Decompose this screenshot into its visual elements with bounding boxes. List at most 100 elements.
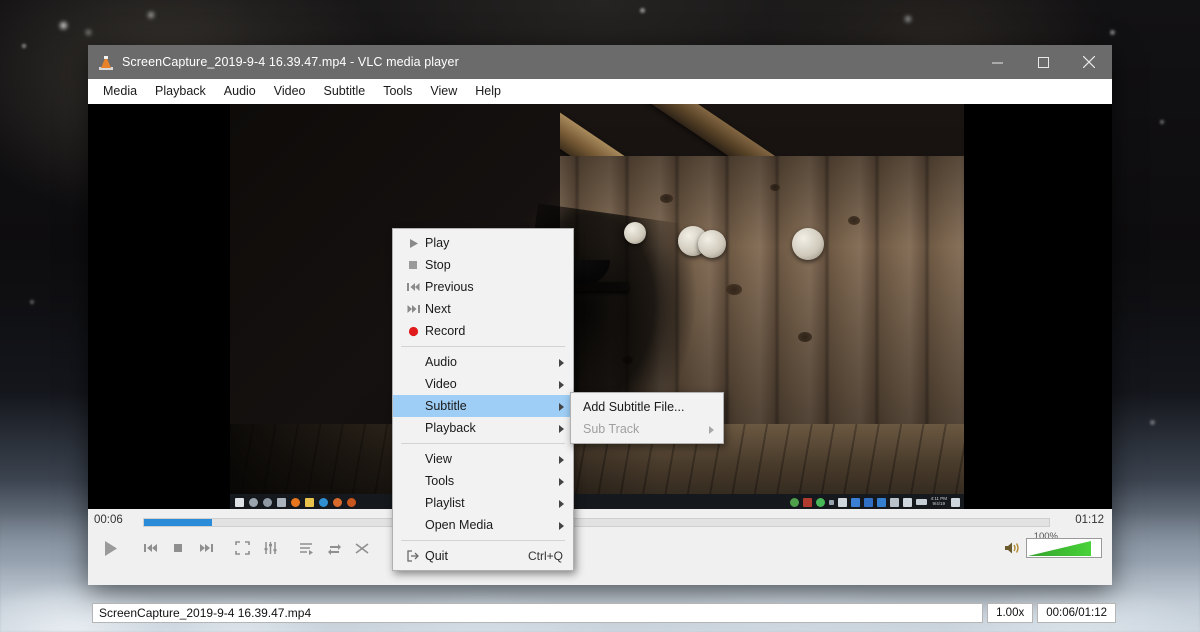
context-menu-label: Video xyxy=(425,377,457,391)
taskbar-cortana-icon xyxy=(263,497,272,507)
volume-fill xyxy=(1028,541,1091,556)
empty-icon-slot xyxy=(401,395,425,417)
fullscreen-button[interactable] xyxy=(228,535,256,561)
shuffle-button[interactable] xyxy=(348,535,376,561)
minimize-button[interactable] xyxy=(974,45,1020,79)
context-menu-item-play[interactable]: Play xyxy=(393,232,573,254)
previous-button[interactable] xyxy=(136,535,164,561)
empty-icon-slot xyxy=(401,351,425,373)
context-menu-label: Record xyxy=(425,324,466,338)
context-menu-label: Playlist xyxy=(425,496,465,510)
context-menu-item-record[interactable]: Record xyxy=(393,320,573,342)
stop-icon xyxy=(401,254,425,276)
playlist-button-group xyxy=(292,535,376,561)
equalizer-button[interactable] xyxy=(256,535,284,561)
submenu-arrow-icon xyxy=(559,500,564,508)
menu-subtitle[interactable]: Subtitle xyxy=(315,81,375,101)
bokeh-dot xyxy=(22,44,26,48)
play-button[interactable] xyxy=(92,535,128,561)
playback-speed-field[interactable]: 1.00x xyxy=(987,603,1034,623)
context-menu-item-next[interactable]: Next xyxy=(393,298,573,320)
submenu-label: Add Subtitle File... xyxy=(583,400,685,414)
context-menu-item-playlist[interactable]: Playlist xyxy=(393,492,573,514)
taskbar-clock: 4:11 PM 9/4/19 xyxy=(930,496,947,506)
taskbar-firefox-icon xyxy=(291,497,300,507)
context-menu-item-previous[interactable]: Previous xyxy=(393,276,573,298)
bokeh-dot xyxy=(1150,420,1155,425)
close-button[interactable] xyxy=(1066,45,1112,79)
context-menu-item-playback[interactable]: Playback xyxy=(393,417,573,439)
context-menu-label: Next xyxy=(425,302,451,316)
menu-view[interactable]: View xyxy=(421,81,466,101)
context-menu-label: Stop xyxy=(425,258,451,272)
submenu-arrow-icon xyxy=(559,522,564,530)
menu-audio[interactable]: Audio xyxy=(215,81,265,101)
bokeh-dot xyxy=(1110,30,1115,35)
submenu-arrow-icon xyxy=(559,381,564,389)
bokeh-dot xyxy=(148,12,154,18)
tray-app-icon xyxy=(815,497,825,507)
context-menu-label: Play xyxy=(425,236,450,250)
title-bar: ScreenCapture_2019-9-4 16.39.47.mp4 - VL… xyxy=(88,45,1112,79)
bokeh-dot xyxy=(30,300,34,304)
context-menu-item-open-media[interactable]: Open Media xyxy=(393,514,573,536)
context-menu-item-stop[interactable]: Stop xyxy=(393,254,573,276)
tray-notifications-icon xyxy=(951,497,960,507)
maximize-button[interactable] xyxy=(1020,45,1066,79)
submenu-item-add-subtitle-file[interactable]: Add Subtitle File... xyxy=(571,396,723,418)
volume-slider[interactable] xyxy=(1026,538,1102,558)
seek-progress-fill xyxy=(144,519,212,526)
taskbar-taskview-icon xyxy=(277,497,286,507)
submenu-arrow-icon xyxy=(559,425,564,433)
bokeh-dot xyxy=(640,8,645,13)
context-menu-label: Open Media xyxy=(425,518,494,532)
context-menu-label: View xyxy=(425,452,452,466)
quit-icon xyxy=(401,545,425,567)
tray-battery-icon xyxy=(915,499,927,505)
submenu-arrow-icon xyxy=(709,426,714,434)
context-menu-item-video[interactable]: Video xyxy=(393,373,573,395)
stop-button[interactable] xyxy=(164,535,192,561)
seek-row: 00:06 01:12 xyxy=(88,509,1112,533)
submenu-arrow-icon xyxy=(559,478,564,486)
video-surface[interactable]: 4:11 PM 9/4/19 xyxy=(88,104,1112,510)
tray-network-icon xyxy=(889,497,899,507)
menu-media[interactable]: Media xyxy=(94,81,146,101)
taskbar-edge-icon xyxy=(319,497,328,507)
vlc-window: ScreenCapture_2019-9-4 16.39.47.mp4 - VL… xyxy=(88,45,1116,623)
context-menu-item-quit[interactable]: Quit Ctrl+Q xyxy=(393,545,573,567)
menu-help[interactable]: Help xyxy=(466,81,510,101)
previous-icon xyxy=(401,276,425,298)
menu-video[interactable]: Video xyxy=(265,81,315,101)
seek-slider[interactable] xyxy=(143,518,1050,527)
bokeh-dot xyxy=(60,22,67,29)
context-menu-label: Audio xyxy=(425,355,457,369)
vlc-cone-icon xyxy=(98,54,114,70)
context-menu-item-tools[interactable]: Tools xyxy=(393,470,573,492)
playlist-button[interactable] xyxy=(292,535,320,561)
record-icon xyxy=(401,320,425,342)
empty-icon-slot xyxy=(401,514,425,536)
time-display-field[interactable]: 00:06/01:12 xyxy=(1037,603,1116,623)
loop-button[interactable] xyxy=(320,535,348,561)
empty-icon-slot xyxy=(401,373,425,395)
speaker-icon[interactable] xyxy=(1004,541,1022,555)
submenu-arrow-icon xyxy=(559,456,564,464)
taskbar-tray: 4:11 PM 9/4/19 xyxy=(789,496,960,507)
tray-chevron-icon xyxy=(828,499,834,505)
bokeh-dot xyxy=(86,30,91,35)
tray-app-icon xyxy=(837,497,847,507)
elapsed-time: 00:06 xyxy=(94,514,123,526)
menu-tools[interactable]: Tools xyxy=(374,81,421,101)
filename-field[interactable]: ScreenCapture_2019-9-4 16.39.47.mp4 xyxy=(92,603,984,623)
taskbar-search-icon xyxy=(249,497,258,507)
context-menu-item-view[interactable]: View xyxy=(393,448,573,470)
next-button[interactable] xyxy=(192,535,220,561)
hanging-plate xyxy=(698,230,726,258)
tray-app-icon xyxy=(802,497,812,507)
context-menu-item-subtitle[interactable]: Subtitle xyxy=(393,395,573,417)
menu-playback[interactable]: Playback xyxy=(146,81,215,101)
menu-separator xyxy=(401,346,565,347)
context-menu-item-audio[interactable]: Audio xyxy=(393,351,573,373)
submenu-arrow-icon xyxy=(559,359,564,367)
